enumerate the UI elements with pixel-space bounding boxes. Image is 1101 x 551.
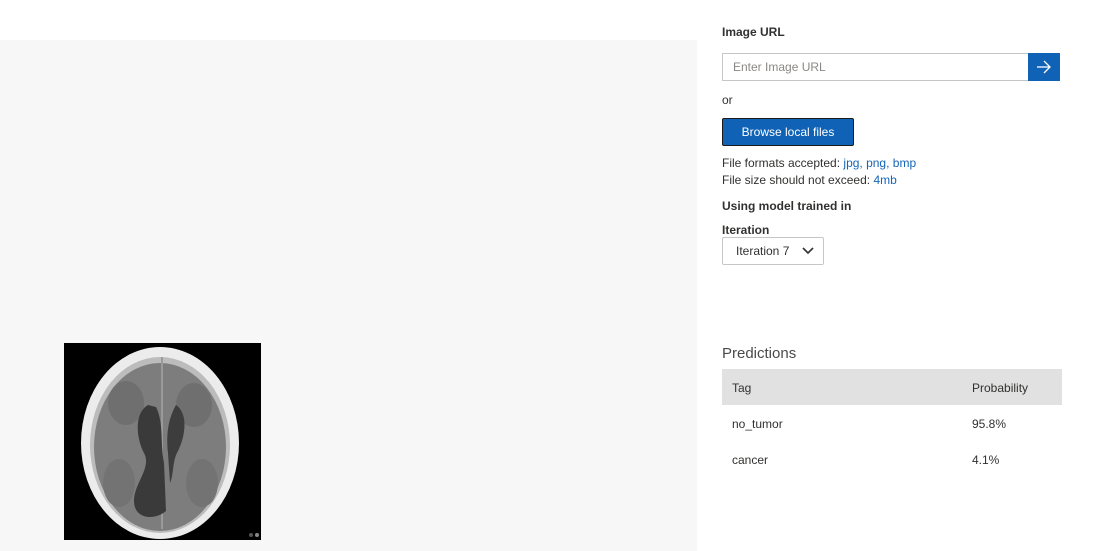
file-size-label: File size should not exceed: (722, 173, 871, 187)
file-formats-label: File formats accepted: (722, 156, 841, 170)
image-url-input[interactable] (722, 53, 1030, 81)
table-row: cancer 4.1% (722, 441, 1062, 477)
file-size-line: File size should not exceed: 4mb (722, 173, 897, 187)
image-preview-pane (0, 40, 697, 551)
iteration-label: Iteration (722, 223, 770, 237)
image-url-label: Image URL (722, 25, 785, 39)
row-probability: 95.8% (972, 417, 1007, 431)
browse-local-files-button[interactable]: Browse local files (722, 118, 854, 146)
file-formats-line: File formats accepted: jpg, png, bmp (722, 156, 916, 170)
iteration-selected-value: Iteration 7 (736, 244, 790, 258)
submit-url-button[interactable] (1028, 53, 1060, 81)
brain-ct-scan-image (64, 343, 261, 540)
column-header-tag: Tag (732, 381, 752, 395)
image-url-row (722, 53, 1060, 81)
row-tag: cancer (732, 453, 769, 467)
table-header: Tag Probability (722, 369, 1062, 405)
file-formats-value: jpg, png, bmp (843, 156, 917, 170)
predictions-title: Predictions (722, 345, 797, 362)
column-header-probability: Probability (972, 381, 1029, 395)
model-heading: Using model trained in (722, 199, 852, 213)
predictions-table: Tag Probability no_tumor 95.8% cancer 4.… (722, 369, 1062, 477)
table-row: no_tumor 95.8% (722, 405, 1062, 441)
chevron-down-icon (802, 247, 814, 255)
or-separator: or (722, 93, 733, 107)
file-size-value: 4mb (873, 173, 897, 187)
arrow-right-icon (1037, 60, 1051, 74)
row-tag: no_tumor (732, 417, 783, 431)
row-probability: 4.1% (972, 453, 1000, 467)
iteration-dropdown[interactable]: Iteration 7 (722, 237, 824, 265)
